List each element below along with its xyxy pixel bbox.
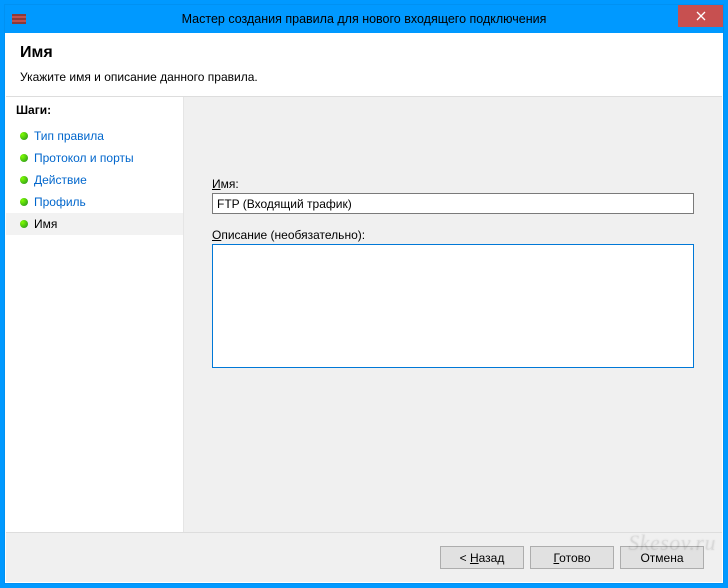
- bullet-icon: [20, 154, 28, 162]
- bullet-icon: [20, 220, 28, 228]
- step-label: Тип правила: [34, 129, 104, 143]
- step-name[interactable]: Имя: [6, 213, 183, 235]
- name-input[interactable]: [212, 193, 694, 214]
- close-icon: [696, 11, 706, 21]
- cancel-button[interactable]: Отмена: [620, 546, 704, 569]
- description-input[interactable]: [212, 244, 694, 368]
- step-protocol-ports[interactable]: Протокол и порты: [6, 147, 183, 169]
- step-rule-type[interactable]: Тип правила: [6, 125, 183, 147]
- name-label: Имя:: [212, 177, 694, 191]
- step-profile[interactable]: Профиль: [6, 191, 183, 213]
- steps-sidebar: Шаги: Тип правила Протокол и порты Дейст…: [6, 97, 184, 532]
- titlebar: Мастер создания правила для нового входя…: [5, 5, 723, 33]
- step-label: Профиль: [34, 195, 86, 209]
- bullet-icon: [20, 176, 28, 184]
- steps-header: Шаги:: [6, 97, 183, 125]
- step-label: Действие: [34, 173, 87, 187]
- bullet-icon: [20, 198, 28, 206]
- dialog-body: Имя Укажите имя и описание данного прави…: [5, 33, 723, 583]
- back-button[interactable]: < Назад: [440, 546, 524, 569]
- page-title: Имя: [20, 44, 708, 62]
- step-label: Имя: [34, 217, 57, 231]
- window-title: Мастер создания правила для нового входя…: [5, 12, 723, 26]
- step-action[interactable]: Действие: [6, 169, 183, 191]
- finish-button[interactable]: Готово: [530, 546, 614, 569]
- page-subtitle: Укажите имя и описание данного правила.: [20, 70, 708, 84]
- footer: < Назад Готово Отмена: [6, 532, 722, 582]
- wizard-window: Мастер создания правила для нового входя…: [5, 5, 723, 583]
- content-panel: Имя: Описание (необязательно):: [184, 97, 722, 532]
- description-label: Описание (необязательно):: [212, 228, 694, 242]
- firewall-icon: [11, 11, 27, 27]
- close-button[interactable]: [678, 5, 723, 27]
- header-area: Имя Укажите имя и описание данного прави…: [6, 34, 722, 96]
- bullet-icon: [20, 132, 28, 140]
- step-label: Протокол и порты: [34, 151, 134, 165]
